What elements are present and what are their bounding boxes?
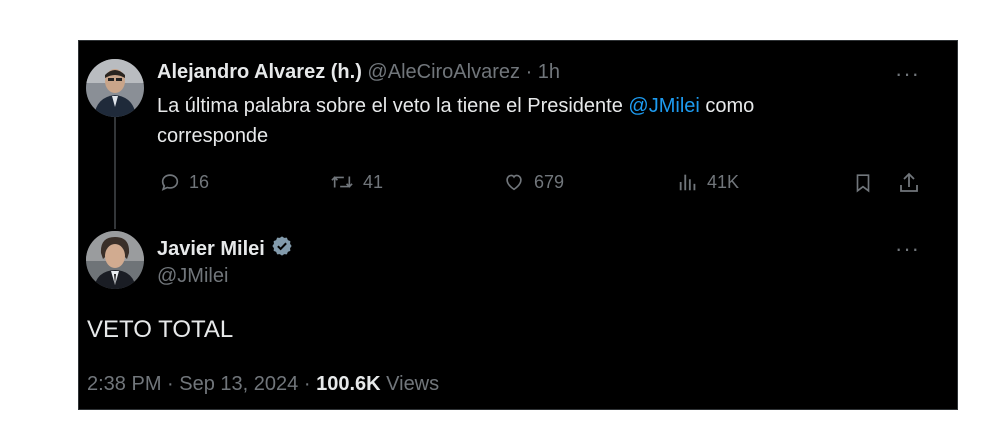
repost-icon (329, 171, 355, 193)
verified-badge-icon (271, 235, 293, 263)
share-icon[interactable] (897, 171, 921, 200)
more-icon[interactable]: ··· (895, 238, 920, 260)
tweet-views-label: Views (386, 373, 440, 395)
avatar-alejandro[interactable] (86, 59, 144, 117)
header-separator: · (525, 61, 533, 84)
views-button[interactable]: 41K (677, 171, 739, 193)
reply-author-name[interactable]: Alejandro Alvarez (h.) (157, 61, 362, 83)
main-author-row: Javier Milei (157, 235, 293, 263)
tweet-time[interactable]: 2:38 PM (87, 373, 161, 395)
tweet-views-count: 100.6K (316, 373, 381, 395)
like-button[interactable]: 679 (502, 171, 564, 193)
meta-separator: · (303, 373, 311, 395)
tweet-date[interactable]: Sep 13, 2024 (179, 373, 298, 395)
views-icon (677, 171, 699, 193)
repost-button[interactable]: 41 (329, 171, 383, 193)
avatar-milei[interactable] (86, 231, 144, 289)
meta-separator: · (167, 373, 174, 395)
reply-count: 16 (189, 171, 210, 192)
main-tweet-text: VETO TOTAL (87, 316, 234, 343)
mention-link[interactable]: @JMilei (628, 95, 699, 117)
reply-button[interactable]: 16 (159, 171, 209, 193)
bookmark-icon[interactable] (852, 171, 874, 200)
reply-text-before: La última palabra sobre el veto la tiene… (157, 95, 629, 117)
reply-text: La última palabra sobre el veto la tiene… (157, 91, 857, 151)
more-icon[interactable]: ··· (895, 63, 920, 85)
reply-time[interactable]: 1h (538, 61, 560, 83)
main-author-name[interactable]: Javier Milei (157, 238, 265, 261)
thread-connector (114, 117, 116, 229)
tweet-thread: Alejandro Alvarez (h.) @AleCiroAlvarez ·… (78, 40, 958, 410)
views-count: 41K (707, 171, 740, 192)
reply-author-handle[interactable]: @AleCiroAlvarez (367, 61, 520, 83)
reply-header: Alejandro Alvarez (h.) @AleCiroAlvarez ·… (157, 61, 560, 84)
repost-count: 41 (363, 171, 384, 192)
reply-icon (159, 171, 181, 193)
main-author-handle[interactable]: @JMilei (157, 265, 228, 288)
tweet-meta: 2:38 PM · Sep 13, 2024 · 100.6K Views (87, 373, 439, 396)
like-icon (502, 171, 526, 193)
like-count: 679 (534, 171, 565, 192)
